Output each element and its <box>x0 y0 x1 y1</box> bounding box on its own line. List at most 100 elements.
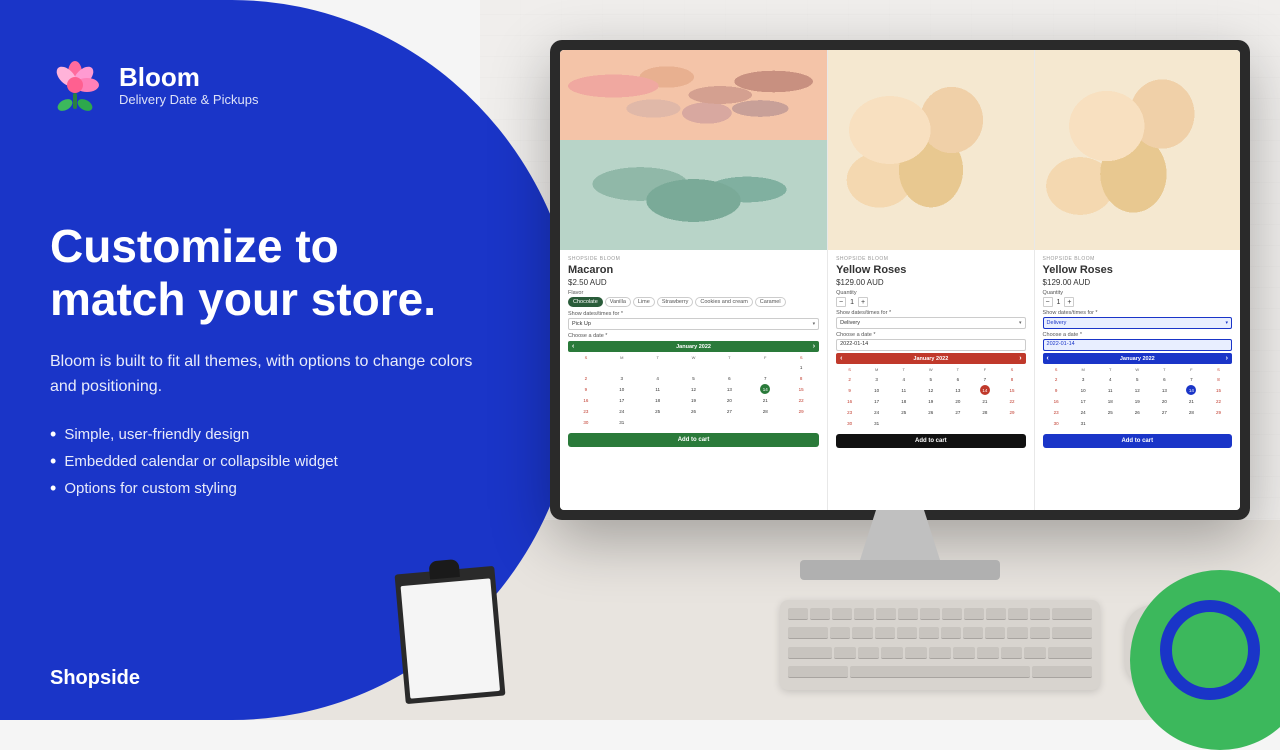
key <box>1048 647 1092 659</box>
cal-2-row-4: 16 17 18 19 20 21 22 <box>836 396 1025 406</box>
key <box>929 647 951 659</box>
panel-3-date-input[interactable]: 2022-01-14 <box>1043 339 1232 351</box>
cal-1-row-5: 23 24 25 26 27 28 29 <box>568 406 819 416</box>
cal-3-day-headers: S M T W T F S <box>1043 366 1232 373</box>
cal-3-header: ‹ January 2022 › <box>1043 353 1232 364</box>
panel-1-add-cart-btn[interactable]: Add to cart <box>568 433 819 447</box>
logo-title: Bloom <box>119 63 258 92</box>
roses-image-black <box>828 50 1033 250</box>
roses-image-blue <box>1035 50 1240 250</box>
cal-1-next[interactable]: › <box>813 343 815 350</box>
key <box>852 627 872 639</box>
shopside-brand: Shopside <box>50 667 140 690</box>
product-panel-macaron: SHOPSIDE BLOOM Macaron $2.50 AUD Flavor … <box>560 50 827 510</box>
flavor-strawberry[interactable]: Strawberry <box>657 297 694 307</box>
key <box>963 627 983 639</box>
panel-3-qty-minus[interactable]: − <box>1043 297 1053 307</box>
cal-1-row-3: 9 10 11 12 13 14 15 <box>568 384 819 394</box>
key <box>1007 627 1027 639</box>
panel-2-qty-label: Quantity <box>836 290 1025 296</box>
panel-2-date-input[interactable]: 2022-01-14 <box>836 339 1025 351</box>
key <box>986 608 1006 620</box>
monitor-stand-base <box>800 560 1000 580</box>
flavor-cookies[interactable]: Cookies and cream <box>695 297 752 307</box>
panel-1-pickup-dropdown[interactable]: Pick Up ▾ <box>568 318 819 330</box>
bullet-text-1: Simple, user-friendly design <box>64 426 249 443</box>
flavor-vanilla[interactable]: Vanilla <box>605 297 631 307</box>
key <box>832 608 852 620</box>
cal-2-row-3: 9 10 11 12 13 14 15 <box>836 385 1025 395</box>
panel-1-price: $2.50 AUD <box>568 278 819 287</box>
key <box>788 608 808 620</box>
cal-1-row-2: 2 3 4 5 6 7 8 <box>568 373 819 383</box>
clipboard-paper <box>401 578 501 698</box>
bullet-text-3: Options for custom styling <box>64 480 237 497</box>
key <box>905 647 927 659</box>
key <box>941 627 961 639</box>
key <box>1030 608 1050 620</box>
panel-2-delivery-dropdown[interactable]: Delivery ▾ <box>836 317 1025 329</box>
key <box>898 608 918 620</box>
key <box>1032 666 1092 678</box>
cal-1-header: ‹ January 2022 › <box>568 341 819 352</box>
cal-3-row-5: 23 24 25 26 27 28 29 <box>1043 407 1232 417</box>
panel-3-brand: SHOPSIDE BLOOM <box>1043 256 1232 262</box>
key <box>810 608 830 620</box>
keyboard-keys <box>788 608 1092 682</box>
flavor-caramel[interactable]: Caramel <box>755 297 786 307</box>
key <box>1052 608 1092 620</box>
roses-bg-1 <box>828 50 1033 250</box>
panel-3-qty-label: Quantity <box>1043 290 1232 296</box>
key <box>920 608 940 620</box>
flavor-lime[interactable]: Lime <box>633 297 655 307</box>
panel-3-qty-row: − 1 + <box>1043 297 1232 307</box>
panel-2-add-cart-btn[interactable]: Add to cart <box>836 434 1025 448</box>
main-copy: Customize to match your store. Bloom is … <box>50 220 480 502</box>
product-panel-roses-black: SHOPSIDE BLOOM Yellow Roses $129.00 AUD … <box>828 50 1033 510</box>
flavor-chocolate[interactable]: Chocolate <box>568 297 603 307</box>
deco-blue-ring <box>1160 600 1260 700</box>
panel-1-calendar: ‹ January 2022 › S M T W T F S <box>568 341 819 427</box>
key <box>876 608 896 620</box>
panel-1-content: SHOPSIDE BLOOM Macaron $2.50 AUD Flavor … <box>560 250 827 510</box>
panel-3-content: SHOPSIDE BLOOM Yellow Roses $129.00 AUD … <box>1035 250 1240 510</box>
panel-3-delivery-dropdown[interactable]: Delivery ▾ <box>1043 317 1232 329</box>
panel-3-add-cart-btn[interactable]: Add to cart <box>1043 434 1232 448</box>
bullet-text-2: Embedded calendar or collapsible widget <box>64 453 338 470</box>
bullet-item-2: Embedded calendar or collapsible widget <box>50 448 480 475</box>
panel-2-price: $129.00 AUD <box>836 278 1025 287</box>
cal-1-month: January 2022 <box>676 344 711 350</box>
keyboard <box>780 600 1100 690</box>
panel-2-qty-plus[interactable]: + <box>858 297 868 307</box>
panel-2-brand: SHOPSIDE BLOOM <box>836 256 1025 262</box>
key <box>834 647 856 659</box>
cal-2-prev[interactable]: ‹ <box>840 355 842 362</box>
panel-2-date-label: Choose a date * <box>836 332 1025 338</box>
cal-1-row-6: 30 31 <box>568 417 819 427</box>
panel-2-name: Yellow Roses <box>836 264 1025 276</box>
cal-3-next[interactable]: › <box>1226 355 1228 362</box>
key <box>1001 647 1023 659</box>
panel-2-datetime-label: Show dates/times for * <box>836 310 1025 316</box>
key <box>854 608 874 620</box>
panel-2-content: SHOPSIDE BLOOM Yellow Roses $129.00 AUD … <box>828 250 1033 510</box>
cal-1-day-headers: S M T W T F S <box>568 354 819 361</box>
key <box>953 647 975 659</box>
cal-3-prev[interactable]: ‹ <box>1047 355 1049 362</box>
product-image-macarons-bottom <box>560 140 827 250</box>
cal-3-row-3: 9 10 11 12 13 14 15 <box>1043 385 1232 395</box>
key <box>788 627 828 639</box>
key <box>942 608 962 620</box>
panel-3-datetime-label: Show dates/times for * <box>1043 310 1232 316</box>
panel-3-qty-plus[interactable]: + <box>1064 297 1074 307</box>
key <box>881 647 903 659</box>
key <box>985 627 1005 639</box>
panel-2-qty-minus[interactable]: − <box>836 297 846 307</box>
cal-1-prev[interactable]: ‹ <box>572 343 574 350</box>
key <box>1030 627 1050 639</box>
cal-2-next[interactable]: › <box>1019 355 1021 362</box>
panel-3-price: $129.00 AUD <box>1043 278 1232 287</box>
key <box>1008 608 1028 620</box>
logo-subtitle: Delivery Date & Pickups <box>119 92 258 107</box>
cal-2-day-headers: S M T W T F S <box>836 366 1025 373</box>
